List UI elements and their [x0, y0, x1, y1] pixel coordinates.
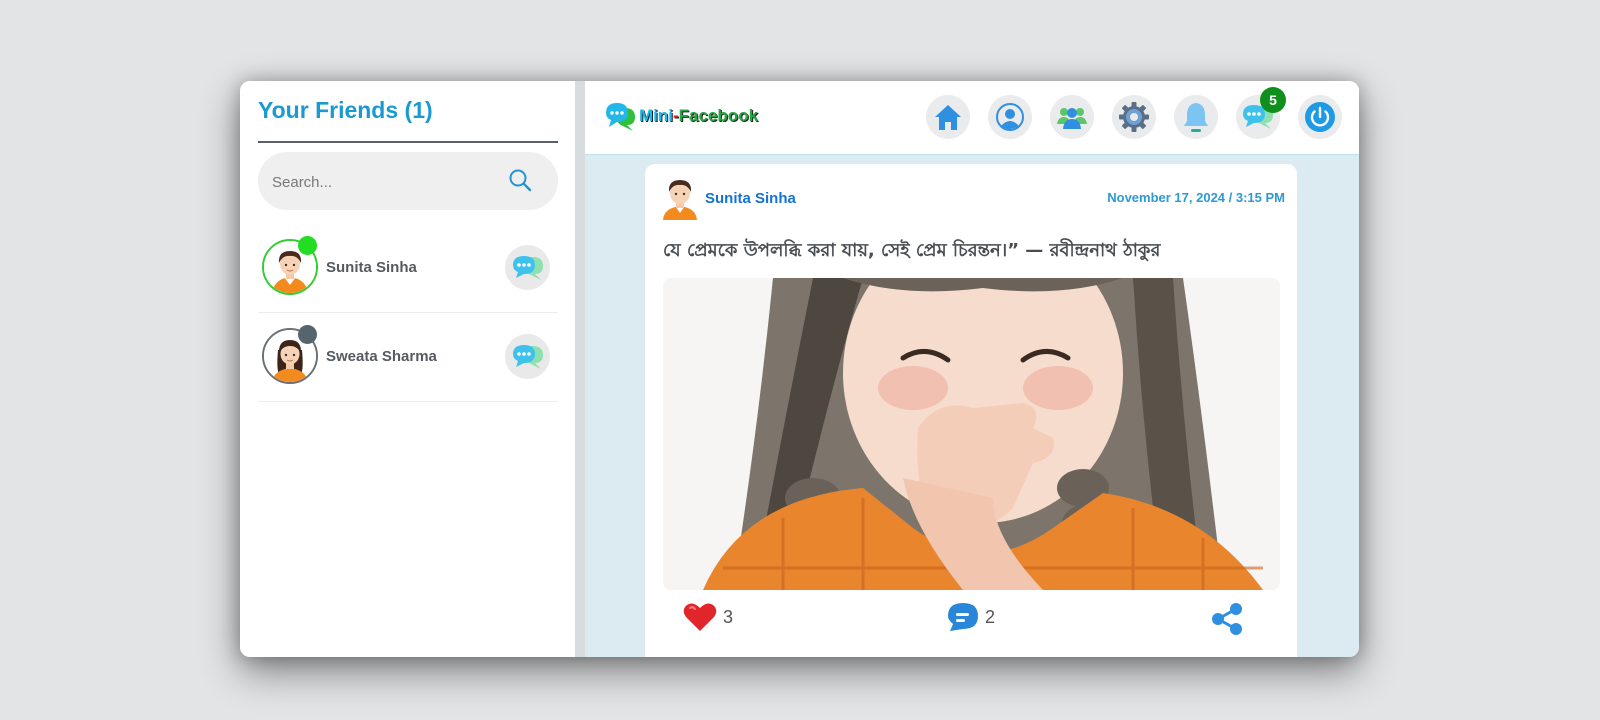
heart-icon	[683, 603, 717, 631]
notifications-button[interactable]	[1174, 95, 1218, 139]
logout-button[interactable]	[1298, 95, 1342, 139]
sidebar-divider[interactable]	[575, 81, 585, 657]
offline-status-dot	[298, 325, 317, 344]
message-friend-button[interactable]	[505, 245, 550, 290]
settings-button[interactable]	[1112, 95, 1156, 139]
app-logo[interactable]: Mini-Facebook	[605, 99, 758, 133]
power-icon	[1305, 102, 1335, 132]
logo-text: Mini-Facebook	[639, 106, 759, 125]
friends-title: Your Friends (1)	[258, 97, 433, 123]
main-panel: Mini-Facebook 5 Sunita Sinha November 17…	[585, 81, 1359, 657]
friend-name: Sweata Sharma	[326, 348, 437, 365]
share-icon	[1212, 603, 1242, 635]
like-button[interactable]: 3	[683, 602, 733, 632]
search-box	[258, 152, 558, 210]
home-icon	[935, 105, 961, 130]
friends-icon	[1057, 108, 1087, 129]
comment-count: 2	[985, 606, 996, 627]
friend-list: Sunita Sinha Sweata Sharma	[258, 224, 558, 402]
messages-button[interactable]: 5	[1236, 87, 1286, 139]
post-timestamp: November 17, 2024 / 3:15 PM	[1107, 190, 1285, 205]
friends-button[interactable]	[1050, 95, 1094, 139]
message-friend-button[interactable]	[505, 334, 550, 379]
post-card: Sunita Sinha November 17, 2024 / 3:15 PM…	[645, 164, 1297, 657]
online-status-dot	[298, 236, 317, 255]
home-button[interactable]	[926, 95, 970, 139]
like-count: 3	[723, 606, 734, 627]
comment-button[interactable]: 2	[947, 602, 995, 632]
post-author-avatar[interactable]	[661, 176, 699, 220]
share-button[interactable]	[1210, 602, 1244, 636]
post-actions: 3 2	[645, 602, 1297, 652]
logo-chat-icon	[606, 103, 635, 131]
profile-icon	[996, 103, 1024, 131]
app-window: Your Friends (1) Search... Sunita Sinha …	[240, 81, 1359, 657]
title-divider	[258, 141, 558, 143]
news-feed: Sunita Sinha November 17, 2024 / 3:15 PM…	[585, 155, 1359, 657]
search-input[interactable]	[270, 166, 504, 198]
post-image[interactable]	[663, 278, 1280, 590]
post-text: যে প্রেমকে উপলব্ধি করা যায়, সেই প্রেম চ…	[663, 240, 1161, 261]
settings-icon	[1119, 102, 1149, 132]
chat-icon	[512, 344, 543, 369]
messages-badge: 5	[1260, 87, 1286, 113]
chat-icon	[512, 255, 543, 280]
comment-icon	[948, 603, 978, 631]
friend-item[interactable]: Sweata Sharma	[258, 313, 558, 402]
friend-item[interactable]: Sunita Sinha	[258, 224, 558, 313]
friend-name: Sunita Sinha	[326, 259, 417, 276]
profile-button[interactable]	[988, 95, 1032, 139]
post-author-name[interactable]: Sunita Sinha	[705, 190, 796, 207]
top-navbar: Mini-Facebook 5	[585, 81, 1359, 155]
friends-sidebar: Your Friends (1) Search... Sunita Sinha …	[240, 81, 575, 657]
notifications-icon	[1184, 103, 1208, 132]
search-icon[interactable]	[508, 168, 532, 197]
